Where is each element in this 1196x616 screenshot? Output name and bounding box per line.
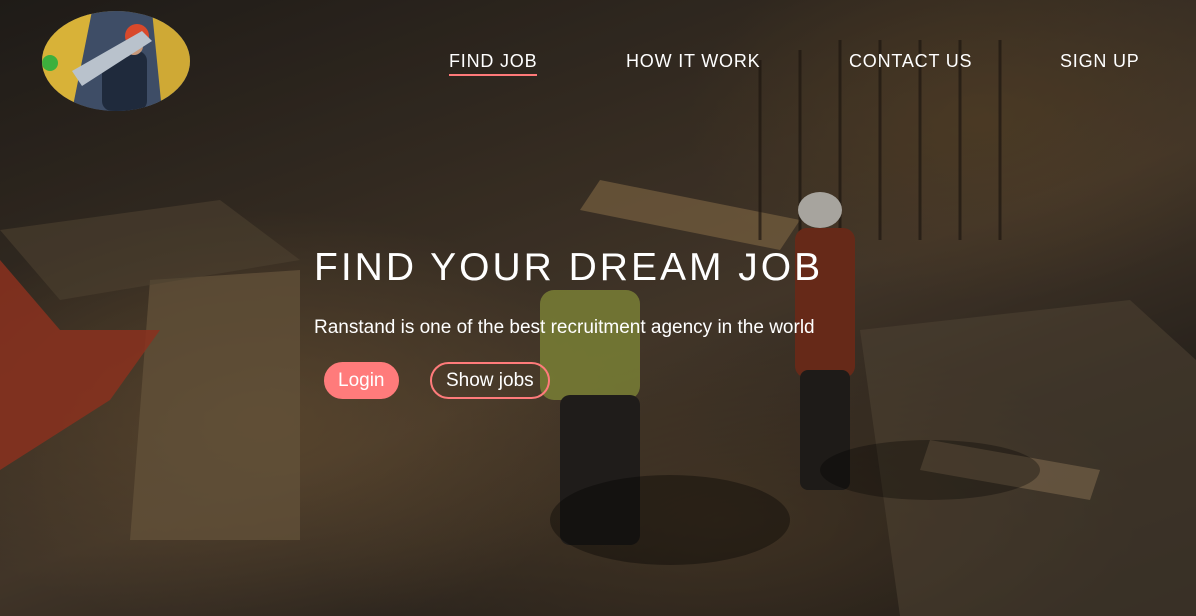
- hero-subtitle: Ranstand is one of the best recruitment …: [314, 317, 815, 338]
- hero-section: FIND JOB HOW IT WORK CONTACT US SIGN UP …: [0, 0, 1196, 616]
- login-button[interactable]: Login: [324, 362, 399, 399]
- nav-item-how-it-work[interactable]: HOW IT WORK: [626, 51, 760, 71]
- show-jobs-button[interactable]: Show jobs: [430, 362, 550, 399]
- nav-item-sign-up[interactable]: SIGN UP: [1060, 51, 1140, 71]
- hero-title: FIND YOUR DREAM JOB: [314, 246, 824, 289]
- main-nav: FIND JOB HOW IT WORK CONTACT US SIGN UP: [0, 51, 1196, 81]
- dark-overlay: [0, 0, 1196, 616]
- nav-item-find-job[interactable]: FIND JOB: [449, 51, 538, 76]
- nav-item-contact-us[interactable]: CONTACT US: [849, 51, 972, 71]
